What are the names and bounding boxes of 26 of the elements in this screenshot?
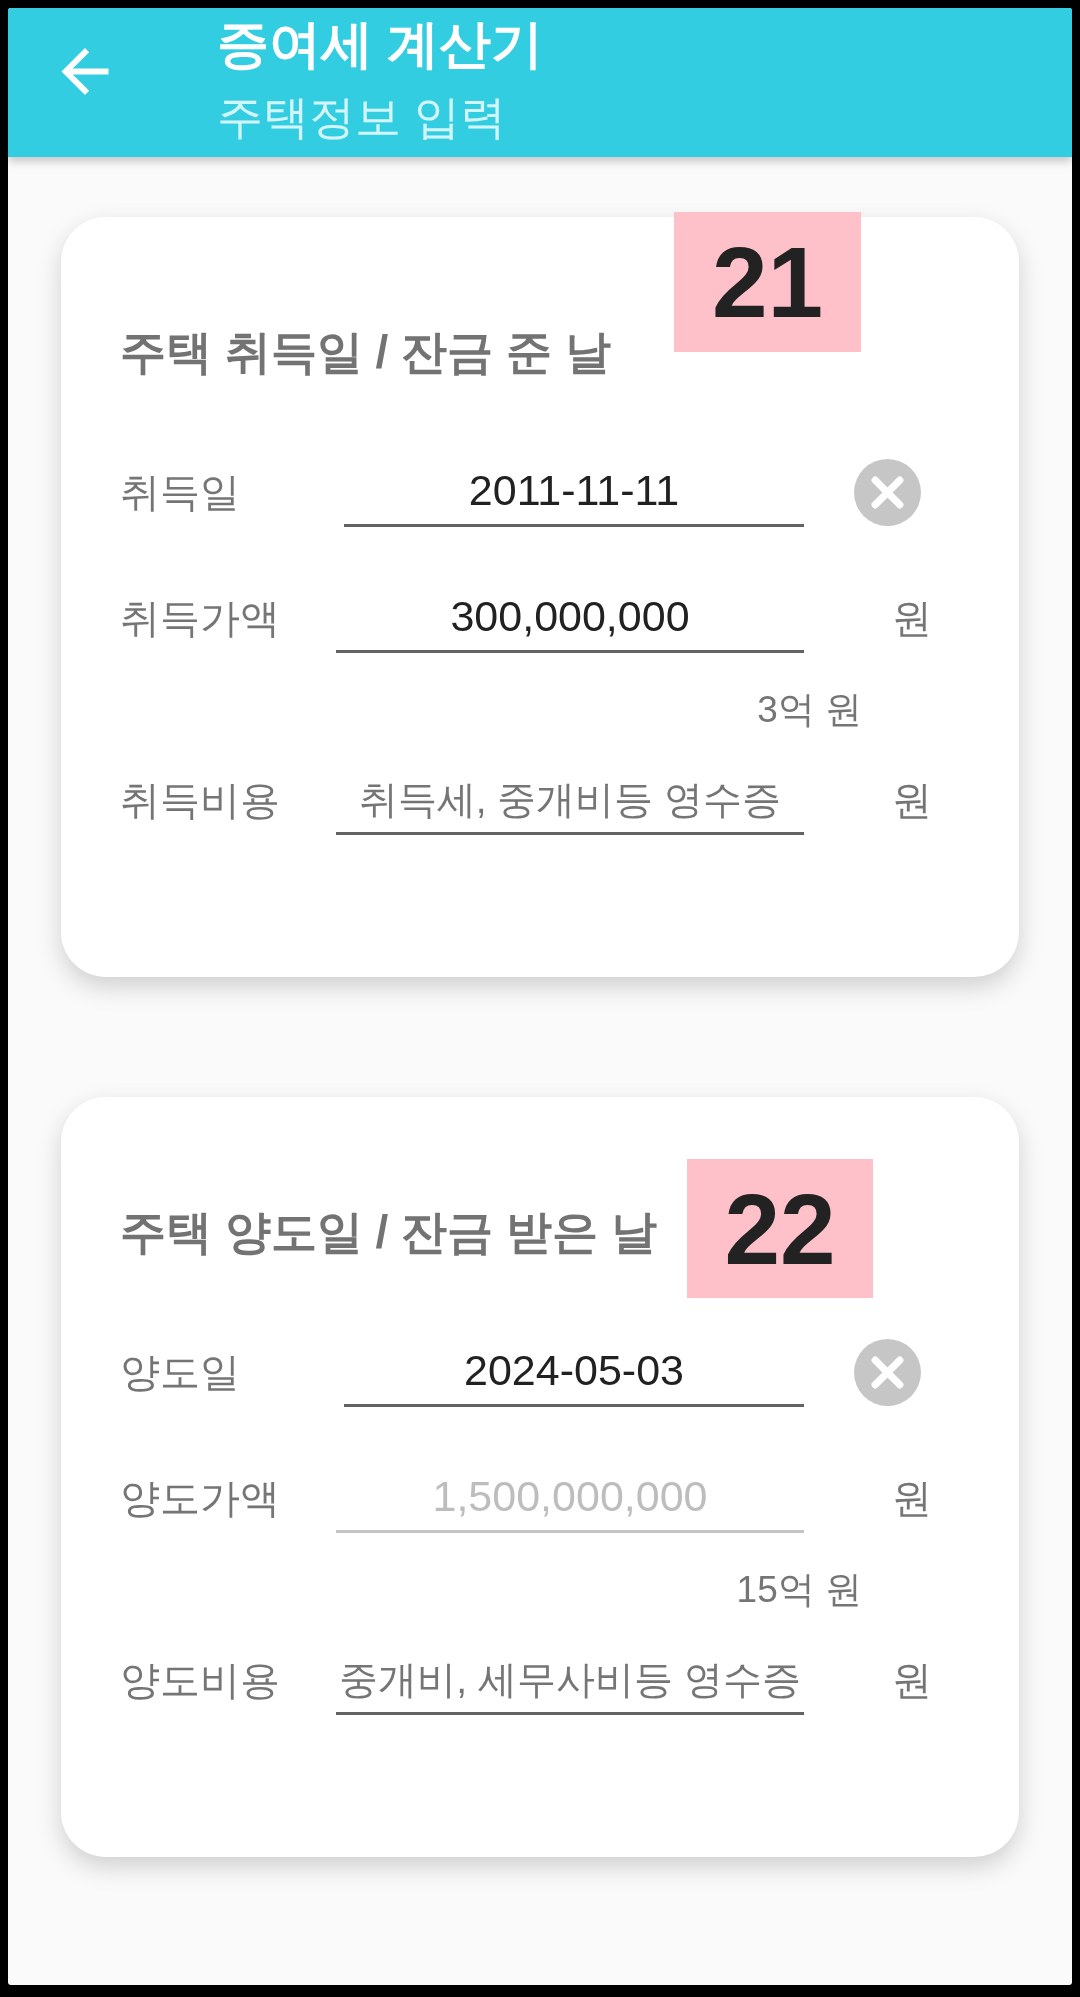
section-title: 주택 양도일 / 잔금 받은 날 [120,1207,657,1257]
field-label: 양도일 [120,1349,240,1396]
app-title: 증여세 계산기 [217,14,544,74]
date-field[interactable]: 2024-05-03 [344,1337,804,1407]
annotation-number: 22 [687,1159,873,1298]
field-label: 양도가액 [120,1475,280,1522]
currency-unit: 원 [892,777,932,824]
currency-unit: 원 [892,595,932,642]
app-subtitle: 주택정보 입력 [217,91,506,143]
currency-unit: 원 [892,1657,932,1704]
clear-icon[interactable] [854,458,921,526]
field-label: 취득가액 [120,595,280,642]
section-title: 주택 취득일 / 잔금 준 날 [120,327,611,377]
field-label: 취득일 [120,469,240,516]
amount-in-words: 3억 원 [757,688,862,732]
field-label: 취득비용 [120,777,280,824]
date-field[interactable]: 2011-11-11 [344,457,804,527]
amount-field[interactable]: 취득세, 중개비등 영수증 [336,765,804,835]
annotation-number: 21 [674,212,861,352]
amount-field[interactable]: 중개비, 세무사비등 영수증 [336,1645,804,1715]
amount-in-words: 15억 원 [736,1568,862,1612]
back-arrow-icon[interactable] [61,48,109,95]
amount-field[interactable]: 300,000,000 [336,583,804,653]
currency-unit: 원 [892,1475,932,1522]
field-label: 양도비용 [120,1657,280,1704]
clear-icon[interactable] [854,1338,921,1406]
